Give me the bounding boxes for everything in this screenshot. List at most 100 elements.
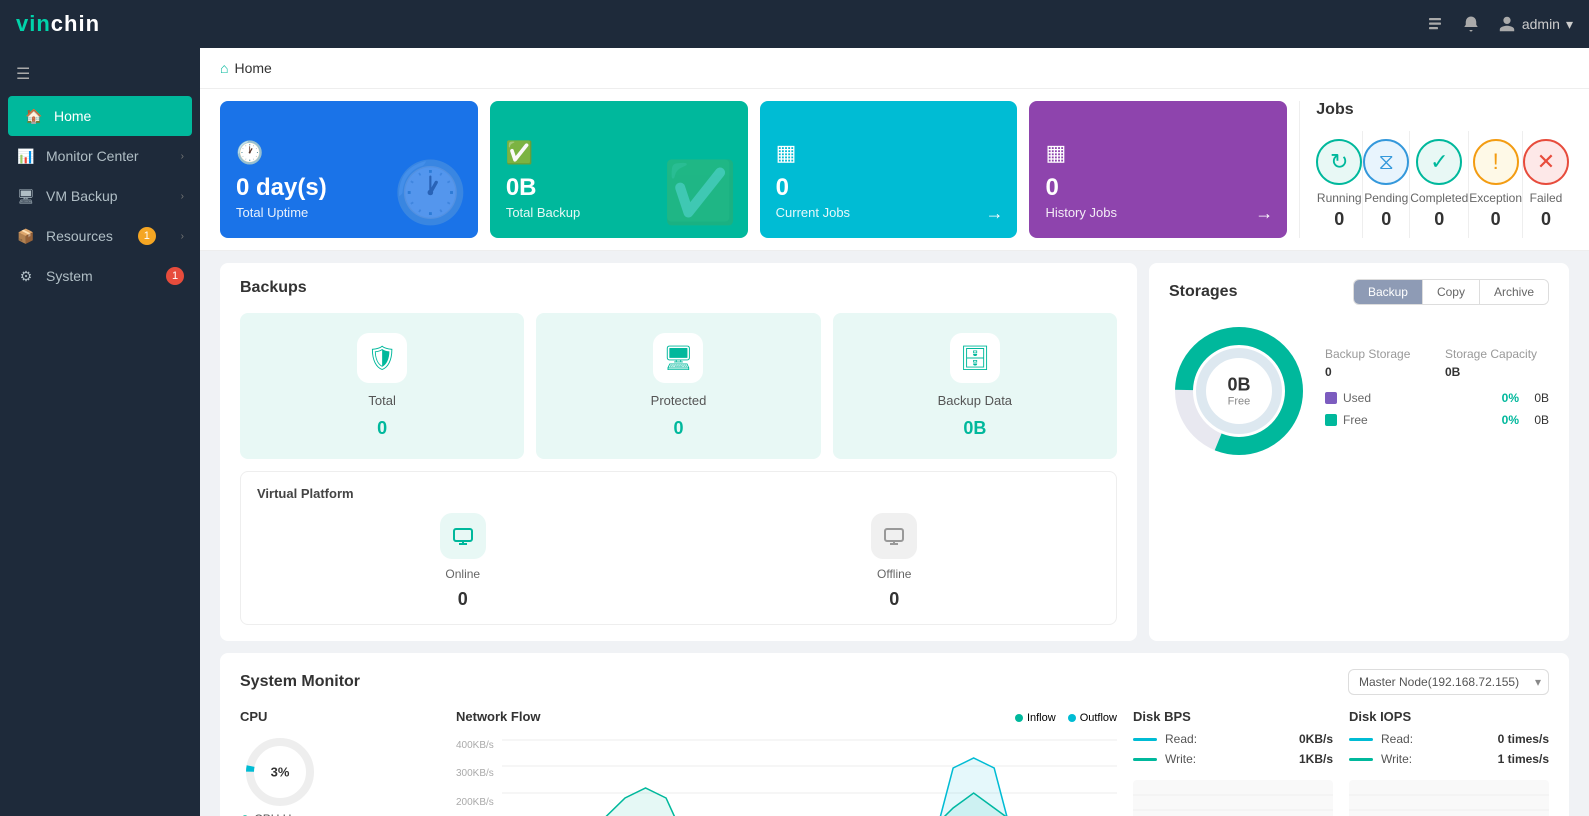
offline-icon	[871, 513, 917, 559]
backup-stat-protected: 🖥 Protected 0	[536, 313, 820, 459]
admin-button[interactable]: admin ▾	[1498, 15, 1573, 33]
outflow-label: Outflow	[1080, 712, 1117, 724]
backups-section: Backups 🛡 Total 0 🖥 Protected 0 🗄 Bac	[220, 263, 1137, 641]
vp-items: Online 0 Offline 0	[257, 513, 1100, 610]
sidebar: ☰ 🏠 Home 📊 Monitor Center › 🖥 VM Backup …	[0, 48, 200, 816]
current-label: Current Jobs	[776, 205, 1002, 220]
current-arrow: →	[985, 203, 1003, 224]
job-completed[interactable]: ✓ Completed 0	[1410, 131, 1469, 238]
cpu-gauge: 3%	[240, 732, 440, 812]
job-failed[interactable]: ✕ Failed 0	[1523, 131, 1569, 238]
tab-backup[interactable]: Backup	[1354, 280, 1422, 304]
exception-count: 0	[1491, 209, 1501, 230]
sm-header: System Monitor Master Node(192.168.72.15…	[240, 669, 1549, 695]
breadcrumb-home-icon: ⌂	[220, 60, 228, 76]
tab-copy[interactable]: Copy	[1423, 280, 1479, 304]
iops-read-value: 0 times/s	[1498, 732, 1549, 746]
app-body: ☰ 🏠 Home 📊 Monitor Center › 🖥 VM Backup …	[0, 48, 1589, 816]
backup-storage-value: 0	[1325, 365, 1429, 379]
stat-card-uptime[interactable]: 🕐 0 day(s) Total Uptime 🕐	[220, 101, 478, 238]
exception-label: Exception	[1469, 191, 1522, 205]
disk-bps-read: Read: 0KB/s	[1133, 732, 1333, 746]
failed-count: 0	[1541, 209, 1551, 230]
storage-cap-value: 0B	[1445, 365, 1549, 379]
disk-bps-section: Disk BPS Read: 0KB/s Write: 1KB/s	[1133, 709, 1333, 816]
inflow-legend: Inflow	[1015, 712, 1056, 724]
disk-bps-title: Disk BPS	[1133, 709, 1333, 724]
running-count: 0	[1334, 209, 1344, 230]
iops-chart-area	[1349, 780, 1549, 816]
storages-title: Storages	[1169, 283, 1237, 301]
storage-legend: Backup Storage Storage Capacity 0 0B Use…	[1325, 347, 1549, 435]
total-label: Total	[368, 393, 395, 408]
storages-body: 0B Free Backup Storage Storage Capacity …	[1169, 321, 1549, 461]
sidebar-item-system[interactable]: ⚙ System 1	[0, 256, 200, 296]
sidebar-label-monitor: Monitor Center	[46, 148, 139, 164]
donut-chart: 0B Free	[1169, 321, 1309, 461]
inflow-dot	[1015, 714, 1023, 722]
network-svg-wrap	[502, 738, 1117, 816]
y-300: 300KB/s	[456, 768, 494, 779]
disk-iops-section: Disk IOPS Read: 0 times/s Write: 1 times…	[1349, 709, 1549, 816]
online-icon	[440, 513, 486, 559]
cpu-value: 3%	[271, 765, 290, 780]
exception-icon: !	[1473, 139, 1519, 185]
backup-stat-total: 🛡 Total 0	[240, 313, 524, 459]
online-label: Online	[445, 567, 480, 581]
monitor-arrow: ›	[181, 151, 184, 162]
total-icon: 🛡	[357, 333, 407, 383]
vmbackup-icon: 🖥	[16, 186, 36, 206]
job-pending[interactable]: ⧖ Pending 0	[1363, 131, 1410, 238]
stat-card-history[interactable]: ▦ 0 History Jobs →	[1029, 101, 1287, 238]
legend-free-row: Free 0% 0B	[1325, 413, 1549, 427]
network-section: Network Flow Inflow Outflow	[456, 709, 1117, 816]
notes-icon[interactable]	[1426, 15, 1444, 33]
disk-bps-write: Write: 1KB/s	[1133, 752, 1333, 766]
storage-tabs: Backup Copy Archive	[1353, 279, 1549, 305]
protected-value: 0	[673, 418, 683, 439]
sidebar-item-home[interactable]: 🏠 Home	[8, 96, 192, 136]
cpu-label-text: CPU Usage	[254, 812, 317, 816]
sidebar-label-vmbackup: VM Backup	[46, 188, 118, 204]
failed-label: Failed	[1530, 191, 1563, 205]
sidebar-item-resources[interactable]: 📦 Resources 1 ›	[0, 216, 200, 256]
running-label: Running	[1317, 191, 1362, 205]
legend-dot-free	[1325, 414, 1337, 426]
network-chart-area: 400KB/s 300KB/s 200KB/s 100KB/s	[456, 738, 1117, 816]
offline-label: Offline	[877, 567, 911, 581]
chart-legend: Inflow Outflow	[1015, 712, 1117, 724]
job-exception[interactable]: ! Exception 0	[1469, 131, 1523, 238]
legend-used-pct: 0%	[1502, 391, 1519, 405]
resources-badge: 1	[138, 227, 156, 245]
job-running[interactable]: ↻ Running 0	[1316, 131, 1363, 238]
bps-chart-area	[1133, 780, 1333, 816]
uptime-bg-icon: 🕐	[393, 157, 468, 228]
system-monitor: System Monitor Master Node(192.168.72.15…	[220, 653, 1569, 816]
virtual-platform: Virtual Platform Online 0	[240, 471, 1117, 625]
donut-value: 0B	[1227, 375, 1250, 396]
tab-archive[interactable]: Archive	[1480, 280, 1548, 304]
system-badge: 1	[166, 267, 184, 285]
vp-online: Online 0	[257, 513, 669, 610]
sidebar-item-vmbackup[interactable]: 🖥 VM Backup ›	[0, 176, 200, 216]
node-select[interactable]: Master Node(192.168.72.155)	[1348, 669, 1549, 695]
bps-write-value: 1KB/s	[1299, 752, 1333, 766]
middle-row: Backups 🛡 Total 0 🖥 Protected 0 🗄 Bac	[200, 263, 1589, 653]
stat-card-backup[interactable]: ✅ 0B Total Backup ✅	[490, 101, 748, 238]
sidebar-item-monitor[interactable]: 📊 Monitor Center ›	[0, 136, 200, 176]
bell-icon[interactable]	[1462, 15, 1480, 33]
cpu-donut: 3%	[240, 732, 320, 812]
stat-card-current[interactable]: ▦ 0 Current Jobs →	[760, 101, 1018, 238]
bps-read-label: Read:	[1165, 732, 1197, 746]
backups-grid: 🛡 Total 0 🖥 Protected 0 🗄 Backup Data 0B	[240, 313, 1117, 459]
backup-stat-data: 🗄 Backup Data 0B	[833, 313, 1117, 459]
legend-free-val: 0B	[1525, 413, 1549, 427]
main-content: ⌂ Home 🕐 0 day(s) Total Uptime 🕐 ✅ 0B To…	[200, 48, 1589, 816]
read-line	[1133, 738, 1157, 741]
total-value: 0	[377, 418, 387, 439]
monitor-icon: 📊	[16, 146, 36, 166]
completed-count: 0	[1434, 209, 1444, 230]
data-value: 0B	[963, 418, 986, 439]
network-title: Network Flow	[456, 709, 541, 724]
sidebar-toggle[interactable]: ☰	[0, 56, 200, 92]
